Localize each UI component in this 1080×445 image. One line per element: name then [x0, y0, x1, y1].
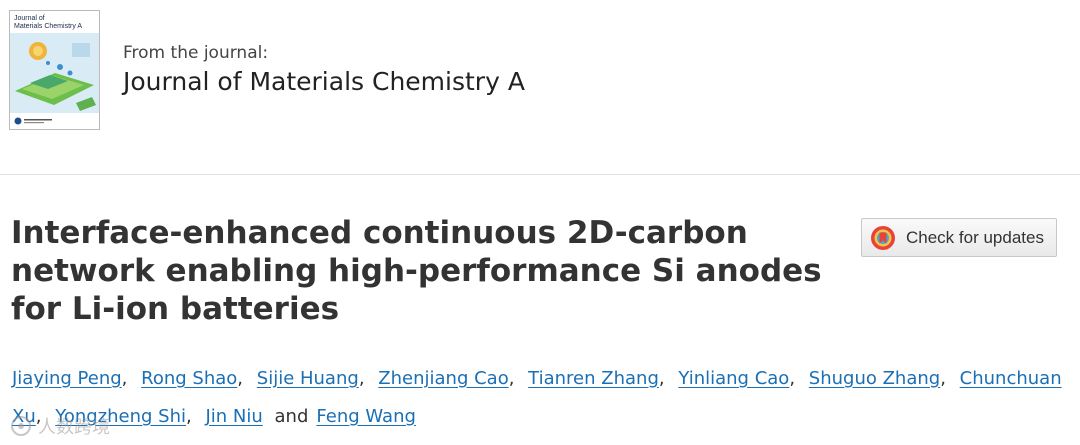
cover-title: Journal of Materials Chemistry A [14, 15, 82, 31]
author-link[interactable]: Rong Shao [141, 368, 237, 389]
author-separator: , [940, 368, 946, 389]
author-link[interactable]: Shuguo Zhang [809, 368, 940, 389]
from-journal-label: From the journal: [123, 43, 269, 63]
journal-cover-thumbnail[interactable]: Journal of Materials Chemistry A [9, 10, 100, 130]
author-link[interactable]: Tianren Zhang [528, 368, 659, 389]
author-separator: , [237, 368, 244, 389]
header-divider [0, 174, 1080, 175]
author-link[interactable]: Jiaying Peng [12, 368, 122, 389]
author-link[interactable]: Jin Niu [205, 406, 262, 427]
author-link[interactable]: Feng Wang [316, 406, 416, 427]
cover-title-line2: Materials Chemistry A [14, 23, 83, 30]
author-separator: , [658, 368, 665, 389]
author-link[interactable]: Sijie Huang [257, 368, 359, 389]
check-for-updates-button[interactable]: Check for updates [861, 218, 1057, 257]
author-separator: , [789, 368, 796, 389]
author-separator: , [358, 368, 365, 389]
author-list: Jiaying Peng, Rong Shao, Sijie Huang, Zh… [12, 360, 1072, 436]
watermark-logo-icon [11, 416, 31, 436]
cover-title-line1: Journal of [14, 15, 45, 22]
cover-artwork [10, 33, 99, 113]
author-link[interactable]: Yinliang Cao [678, 368, 789, 389]
publisher-logo-icon [14, 117, 52, 125]
watermark: 人数跨境 [10, 413, 110, 439]
journal-name-link[interactable]: Journal of Materials Chemistry A [123, 67, 525, 96]
author-conjunction: and [274, 406, 309, 427]
author-separator: , [186, 406, 192, 427]
crossmark-icon [871, 225, 895, 250]
author-separator: , [121, 368, 128, 389]
journal-header: Journal of Materials Chemistry A From th… [0, 0, 1080, 176]
article-title: Interface-enhanced continuous 2D-carbon … [11, 215, 822, 327]
author-link[interactable]: Zhenjiang Cao [378, 368, 508, 389]
author-separator: , [508, 368, 515, 389]
watermark-text: 人数跨境 [38, 417, 110, 438]
check-for-updates-label: Check for updates [906, 227, 1044, 247]
